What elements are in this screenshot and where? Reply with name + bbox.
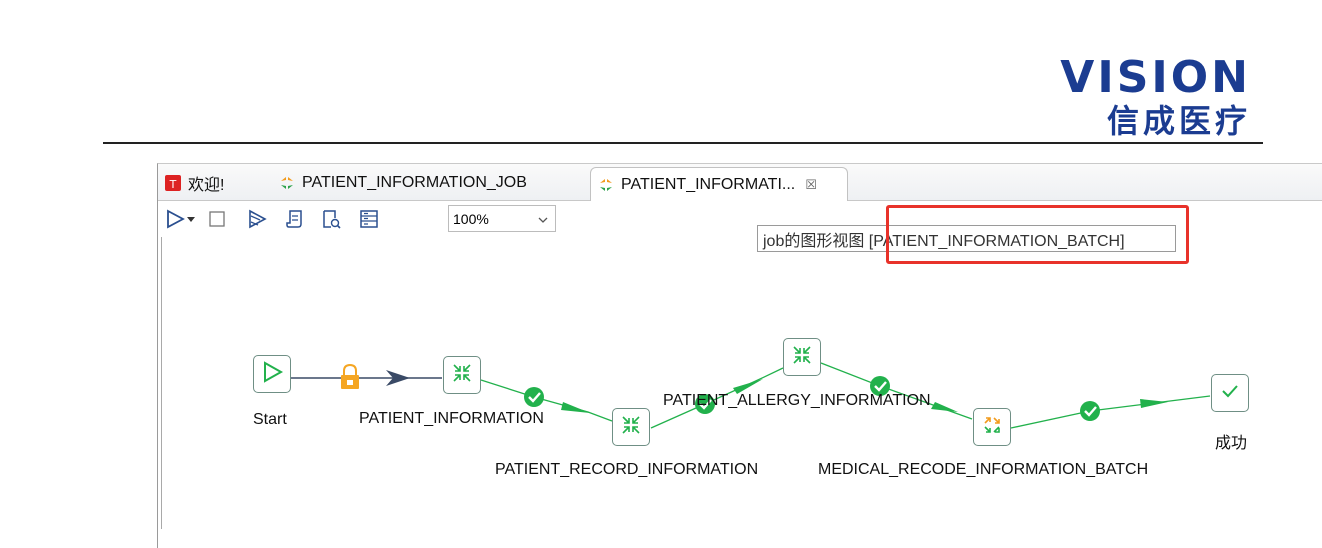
node-success[interactable] — [1211, 374, 1249, 412]
node-patient-allergy-information[interactable] — [783, 338, 821, 376]
job-run-icon — [979, 412, 1005, 443]
lock-icon — [341, 363, 359, 389]
node-patient-information[interactable] — [443, 356, 481, 394]
node-patient-record-information[interactable] — [612, 408, 650, 446]
start-icon — [260, 360, 284, 389]
checkmark-icon — [1218, 379, 1242, 408]
node-label-patient-record-information: PATIENT_RECORD_INFORMATION — [495, 461, 759, 478]
node-medical-recode-information-batch[interactable] — [973, 408, 1011, 446]
node-label-medical-recode-information-batch: MEDICAL_RECODE_INFORMATION_BATCH — [818, 461, 1149, 478]
node-label-start: Start — [253, 411, 287, 428]
connection-ok-4[interactable] — [1010, 395, 1211, 429]
subjob-icon — [618, 412, 644, 443]
check-icon — [1080, 401, 1100, 421]
node-label-patient-allergy-information: PATIENT_ALLERGY_INFORMATION — [663, 392, 931, 409]
node-label-patient-information: PATIENT_INFORMATION — [359, 410, 544, 427]
highlight-annotation — [886, 205, 1189, 264]
node-label-success: 成功 — [1215, 435, 1248, 452]
connection-ok-3[interactable] — [820, 362, 973, 420]
connection-start-patient-information[interactable] — [290, 370, 442, 386]
subjob-icon — [789, 342, 815, 373]
subjob-icon — [449, 360, 475, 391]
node-start[interactable] — [253, 355, 291, 393]
check-icon — [524, 387, 544, 407]
